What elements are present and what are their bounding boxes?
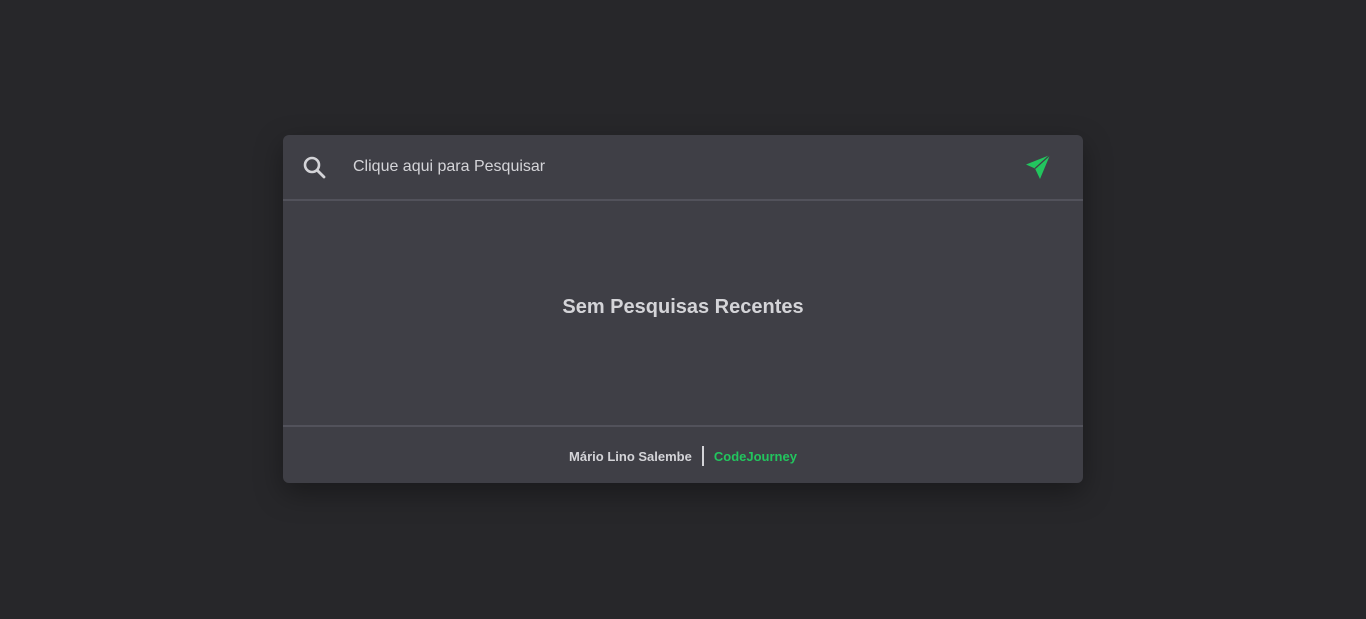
send-button[interactable] <box>1024 153 1052 181</box>
footer: Mário Lino Salembe CodeJourney <box>283 425 1083 483</box>
recent-searches-panel: Sem Pesquisas Recentes <box>283 201 1083 425</box>
brand-link[interactable]: CodeJourney <box>714 449 797 464</box>
search-icon[interactable] <box>302 155 326 179</box>
search-input[interactable] <box>353 147 1003 187</box>
empty-state-message: Sem Pesquisas Recentes <box>562 295 804 318</box>
footer-divider <box>701 446 704 466</box>
send-icon <box>1026 154 1051 179</box>
search-card: Sem Pesquisas Recentes Mário Lino Salemb… <box>283 135 1083 483</box>
search-bar <box>283 135 1083 201</box>
author-name: Mário Lino Salembe <box>569 448 692 464</box>
